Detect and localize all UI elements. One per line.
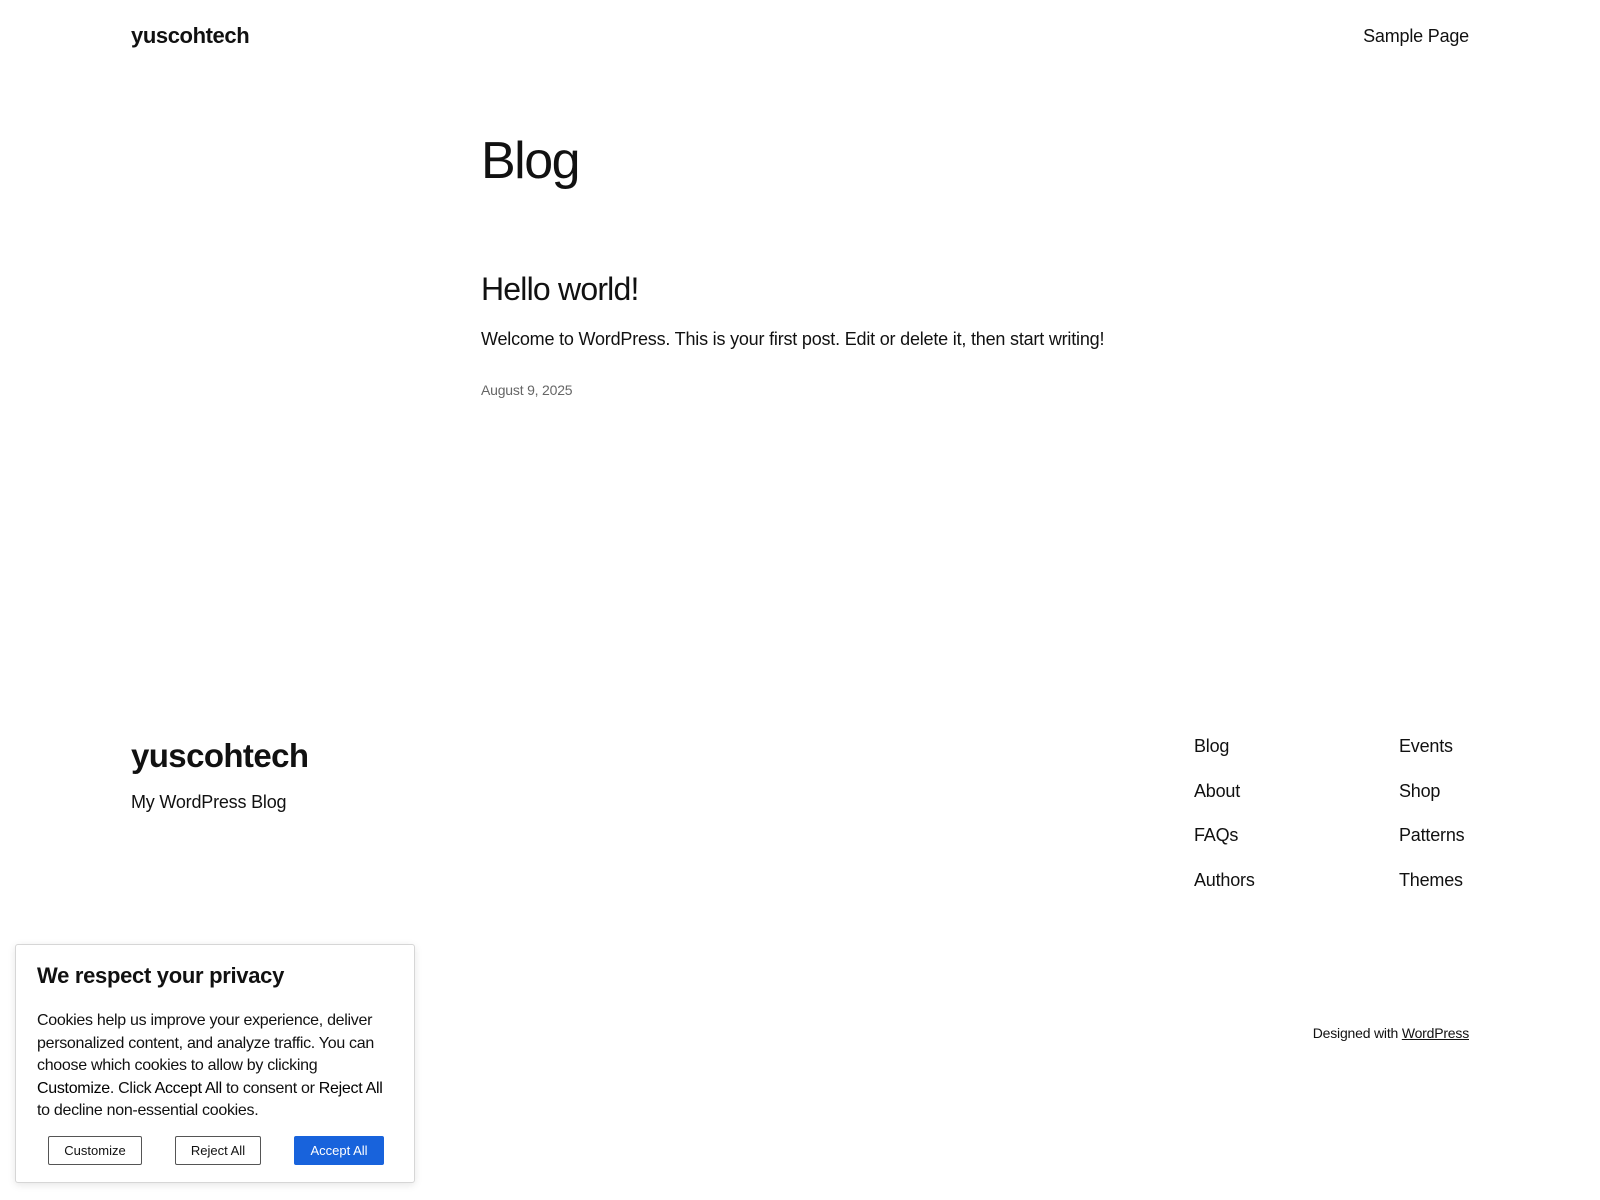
footer-brand: yuscohtech My WordPress Blog (131, 736, 309, 813)
footer-nav-column-1: Blog About FAQs Authors (1194, 736, 1399, 914)
post-date[interactable]: August 9, 2025 (481, 382, 1181, 398)
footer-nav-column-2: Events Shop Patterns Themes (1399, 736, 1469, 914)
cookie-text-part-1: Cookies help us improve your experience,… (37, 1012, 374, 1075)
cookie-reject-all-button[interactable]: Reject All (175, 1136, 261, 1165)
post-excerpt: Welcome to WordPress. This is your first… (481, 328, 1105, 349)
footer-link-events[interactable]: Events (1399, 736, 1469, 757)
footer-link-themes[interactable]: Themes (1399, 870, 1469, 891)
footer-link-faqs[interactable]: FAQs (1194, 825, 1399, 846)
page: yuscohtech Sample Page Blog Hello world!… (0, 0, 1600, 1200)
cookie-text-part-4: to decline non-essential cookies. (37, 1102, 259, 1120)
cookie-banner-text: Cookies help us improve your experience,… (37, 1010, 393, 1123)
post-title-link[interactable]: Hello world! (481, 271, 639, 307)
footer-site-title-link[interactable]: yuscohtech (131, 736, 309, 776)
nav-link-sample-page[interactable]: Sample Page (1363, 26, 1469, 46)
cookie-accept-all-button[interactable]: Accept All (294, 1136, 384, 1165)
cookie-customize-button[interactable]: Customize (48, 1136, 142, 1165)
site-header: yuscohtech Sample Page (131, 20, 1469, 52)
post-card: Hello world! Welcome to WordPress. This … (481, 270, 1181, 398)
footer-credit-wordpress-link[interactable]: WordPress (1402, 1025, 1469, 1041)
cookie-text-customize: Customize (37, 1079, 110, 1097)
cookie-text-accept-all: Accept All (154, 1079, 223, 1097)
page-title: Blog (481, 132, 581, 190)
footer-nav: Blog About FAQs Authors Events Shop Patt… (1194, 736, 1469, 914)
main-content: Blog Hello world! Welcome to WordPress. … (481, 130, 1181, 398)
footer-link-authors[interactable]: Authors (1194, 870, 1399, 891)
cookie-banner-title: We respect your privacy (37, 963, 285, 988)
cookie-text-reject-all: Reject All (318, 1079, 383, 1097)
footer-link-patterns[interactable]: Patterns (1399, 825, 1469, 846)
footer-credit: Designed with WordPress (1313, 1025, 1469, 1041)
header-nav: Sample Page (1363, 26, 1469, 47)
footer-link-about[interactable]: About (1194, 781, 1399, 802)
cookie-text-part-2: . Click (109, 1079, 155, 1097)
cookie-text-part-3: to consent or (221, 1079, 319, 1097)
cookie-consent-banner: We respect your privacy Cookies help us … (15, 944, 415, 1183)
footer-link-blog[interactable]: Blog (1194, 736, 1399, 757)
footer-tagline: My WordPress Blog (131, 791, 287, 812)
cookie-banner-buttons: Customize Reject All Accept All (48, 1136, 384, 1165)
footer-credit-prefix: Designed with (1312, 1025, 1399, 1041)
site-title-link[interactable]: yuscohtech (131, 23, 250, 49)
footer-link-shop[interactable]: Shop (1399, 781, 1469, 802)
post-title: Hello world! (481, 270, 1181, 308)
